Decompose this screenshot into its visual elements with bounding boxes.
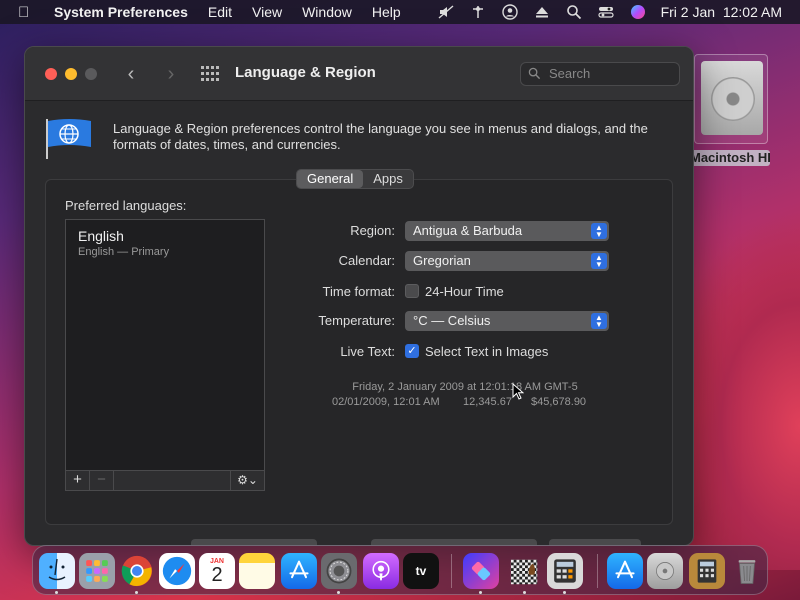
popup-arrows-icon: ▲ ▼	[591, 313, 607, 329]
back-chevron-icon[interactable]: ‹	[121, 63, 141, 85]
calendar-value: Gregorian	[413, 253, 471, 268]
language-region-flag-icon	[45, 117, 93, 161]
show-all-grid-icon[interactable]	[201, 66, 219, 82]
live-text-option-label[interactable]: Select Text in Images	[425, 344, 548, 359]
header-row: Language & Region preferences control th…	[45, 117, 685, 161]
calendar-day: 2	[211, 563, 223, 586]
menu-view[interactable]: View	[252, 4, 282, 20]
live-text-label: Live Text:	[340, 344, 395, 359]
language-list-toolbar: + − ⚙︎⌄	[65, 471, 265, 491]
region-popup[interactable]: Antigua & Barbuda ▲ ▼	[405, 221, 609, 241]
menu-edit[interactable]: Edit	[208, 4, 232, 20]
calculator-stack-icon[interactable]	[689, 553, 725, 589]
apple-tv-label: tv	[415, 564, 427, 578]
eject-icon[interactable]	[533, 3, 551, 21]
dock: JAN 2 tv	[32, 545, 768, 595]
disk-label[interactable]: Macintosh HD	[690, 150, 770, 166]
sample-short-date: 02/01/2009, 12:01 AM	[332, 396, 440, 408]
live-text-checkbox[interactable]: ✓	[405, 344, 419, 358]
app-store-icon[interactable]	[281, 553, 317, 589]
shortcuts-icon[interactable]	[463, 553, 499, 589]
system-preferences-icon[interactable]	[321, 553, 357, 589]
user-icon[interactable]	[501, 3, 519, 21]
apple-tv-icon[interactable]: tv	[403, 553, 439, 589]
forward-chevron-icon[interactable]: ›	[161, 63, 181, 85]
podcasts-icon[interactable]	[363, 553, 399, 589]
time-format-label: Time format:	[322, 284, 395, 299]
gear-icon[interactable]: ⚙︎⌄	[230, 471, 264, 490]
chess-icon[interactable]	[507, 553, 543, 589]
menu-window[interactable]: Window	[302, 4, 352, 20]
sample-date-line: Friday, 2 January 2009 at 12:01:18 AM GM…	[352, 381, 578, 393]
calendar-icon[interactable]: JAN 2	[199, 553, 235, 589]
tab-apps[interactable]: Apps	[363, 170, 413, 188]
sample-number: 12,345.67	[463, 396, 512, 408]
search-input[interactable]: Search	[520, 62, 680, 86]
hard-disk-icon[interactable]	[647, 553, 683, 589]
minimize-button[interactable]	[65, 68, 77, 80]
tab-bar: General Apps	[296, 169, 414, 189]
siri-icon[interactable]	[629, 3, 647, 21]
list-item[interactable]: English English — Primary	[78, 228, 169, 258]
preferences-window: ‹ › Language & Region Search Language & …	[24, 46, 694, 546]
app-store-downloads-icon[interactable]	[607, 553, 643, 589]
control-center-icon[interactable]	[597, 3, 615, 21]
remove-language-button[interactable]: −	[90, 471, 114, 490]
calendar-label: Calendar:	[338, 253, 395, 268]
preferred-languages-label: Preferred languages:	[65, 198, 187, 213]
search-icon	[528, 67, 542, 81]
temperature-label: Temperature:	[318, 313, 395, 328]
airdrop-icon[interactable]	[469, 3, 487, 21]
language-list[interactable]: English English — Primary	[65, 219, 265, 471]
hard-disk-icon	[701, 61, 763, 135]
24-hour-time-label[interactable]: 24-Hour Time	[425, 284, 504, 299]
menu-app-name[interactable]: System Preferences	[54, 4, 188, 20]
mute-icon[interactable]	[437, 3, 455, 21]
sample-currency: $45,678.90	[531, 396, 587, 408]
tab-general[interactable]: General	[297, 170, 364, 188]
language-detail: English — Primary	[78, 246, 170, 258]
close-button[interactable]	[45, 68, 57, 80]
macintosh-hd-desktop-icon[interactable]	[694, 54, 768, 144]
calculator-icon[interactable]	[547, 553, 583, 589]
notes-icon[interactable]	[239, 553, 275, 589]
window-titlebar[interactable]: ‹ › Language & Region Search	[25, 47, 693, 101]
menu-help[interactable]: Help	[372, 4, 401, 20]
calendar-popup[interactable]: Gregorian ▲ ▼	[405, 251, 609, 271]
region-label: Region:	[350, 223, 395, 238]
window-title: Language & Region	[235, 64, 376, 81]
pane-description: Language & Region preferences control th…	[113, 121, 648, 152]
mouse-cursor-icon	[512, 383, 524, 400]
trash-icon[interactable]	[729, 553, 765, 589]
menu-bar:  System Preferences Edit View Window He…	[0, 0, 800, 24]
chrome-icon[interactable]	[119, 553, 155, 589]
popup-arrows-icon: ▲ ▼	[591, 223, 607, 239]
popup-arrows-icon: ▲ ▼	[591, 253, 607, 269]
spotlight-icon[interactable]	[565, 3, 583, 21]
menu-clock[interactable]: Fri 2 Jan 12:02 AM	[661, 4, 782, 20]
safari-icon[interactable]	[159, 553, 195, 589]
language-name: English	[78, 228, 124, 244]
temperature-popup[interactable]: °C — Celsius ▲ ▼	[405, 311, 609, 331]
region-value: Antigua & Barbuda	[413, 223, 523, 238]
add-language-button[interactable]: +	[66, 471, 90, 490]
24-hour-time-checkbox[interactable]	[405, 284, 419, 298]
finder-icon[interactable]	[39, 553, 75, 589]
temperature-value: °C — Celsius	[413, 313, 491, 328]
launchpad-icon[interactable]	[79, 553, 115, 589]
zoom-button[interactable]	[85, 68, 97, 80]
apple-menu-icon[interactable]: 	[18, 4, 38, 21]
